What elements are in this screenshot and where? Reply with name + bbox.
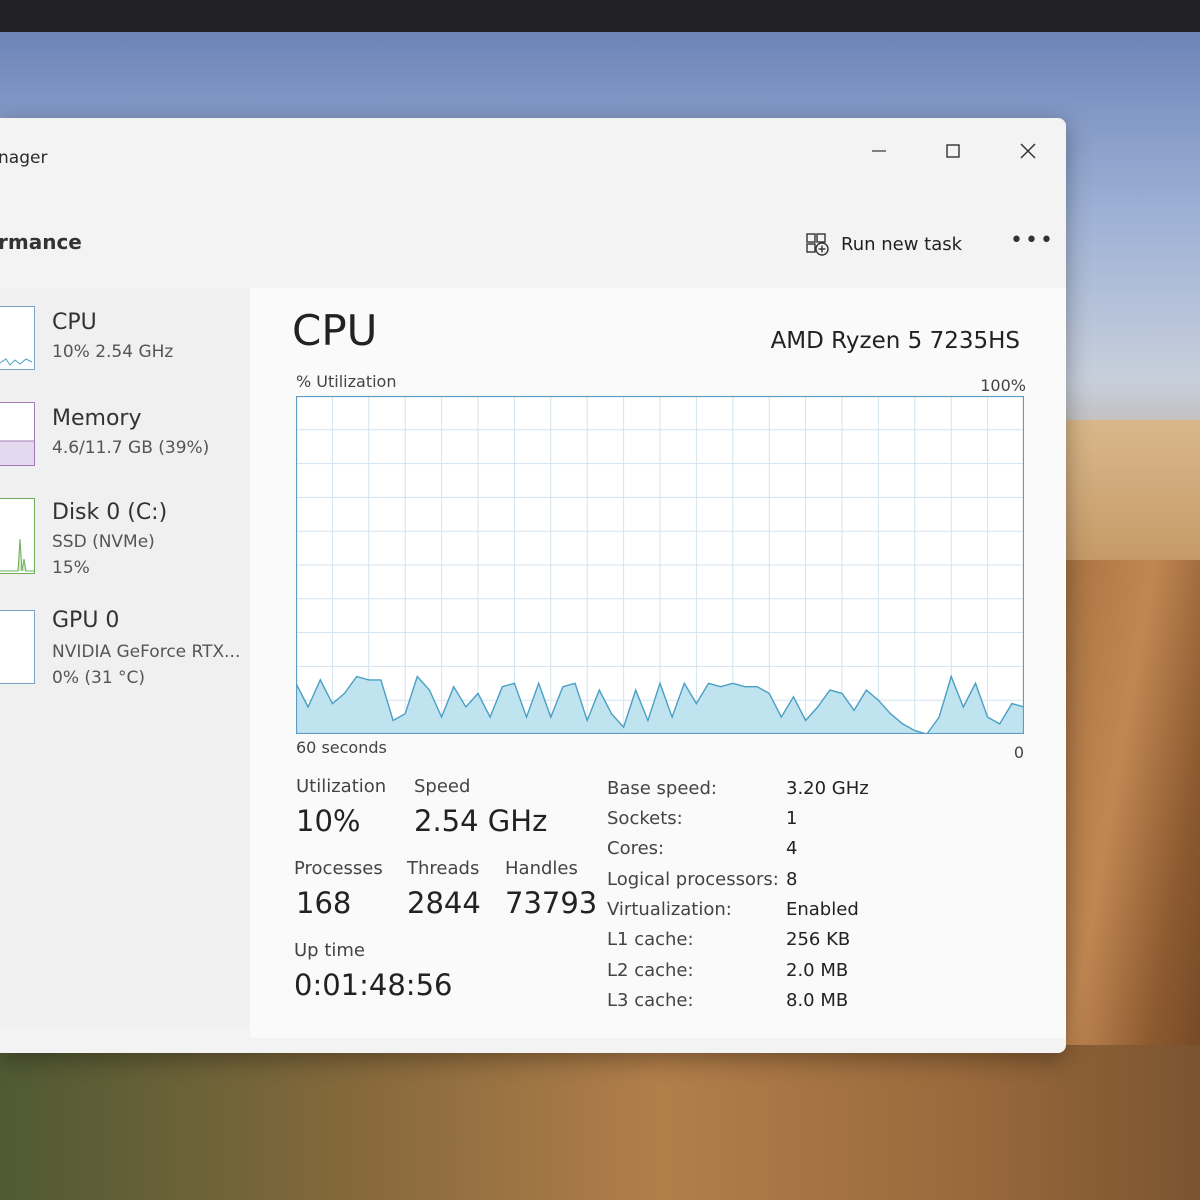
utilization-axis-label: % Utilization <box>296 372 397 391</box>
sidebar-item-usage: 15% <box>52 558 90 578</box>
page-title: rmance <box>0 230 82 254</box>
minimize-icon <box>872 150 886 152</box>
cpu-utilization-graph <box>296 396 1024 734</box>
more-options-icon: ••• <box>1010 228 1055 253</box>
spec-label: L1 cache: <box>607 929 694 950</box>
sidebar-item-gpu[interactable]: GPU 0 NVIDIA GeForce RTX... 0% (31 °C) <box>0 604 250 694</box>
speed-label: Speed <box>414 776 471 797</box>
sidebar-item-title: Memory <box>52 406 142 431</box>
spec-label: Cores: <box>607 838 665 859</box>
sidebar-item-title: CPU <box>52 310 97 335</box>
minimize-button[interactable] <box>864 136 894 166</box>
sidebar-item-subtitle: 4.6/11.7 GB (39%) <box>52 438 210 458</box>
spec-label: Sockets: <box>607 808 683 829</box>
spec-value: Enabled <box>786 899 859 920</box>
maximize-button[interactable] <box>938 136 968 166</box>
close-button[interactable] <box>1013 136 1043 166</box>
handles-label: Handles <box>505 858 578 879</box>
spec-label: Logical processors: <box>607 869 779 890</box>
spec-value: 3.20 GHz <box>786 778 869 799</box>
uptime-value: 0:01:48:56 <box>294 968 453 1002</box>
spec-value: 2.0 MB <box>786 960 849 981</box>
threads-label: Threads <box>407 858 480 879</box>
run-new-task-label: Run new task <box>841 233 963 255</box>
sidebar-item-subtitle: SSD (NVMe) <box>52 532 155 552</box>
sidebar-item-subtitle: 10% 2.54 GHz <box>52 342 174 362</box>
spec-value: 1 <box>786 808 798 829</box>
sidebar-item-usage: 0% (31 °C) <box>52 668 146 688</box>
sidebar-item-subtitle: NVIDIA GeForce RTX... <box>52 642 241 662</box>
spec-label: L2 cache: <box>607 960 694 981</box>
handles-value: 73793 <box>505 886 598 920</box>
task-manager-window: nager rmance Run new task ••• CPU 10% 2.… <box>0 118 1066 1053</box>
zero-axis-label: 0 <box>1013 743 1024 762</box>
cpu-thumbnail-graph <box>0 306 35 370</box>
spec-label: Base speed: <box>607 778 717 799</box>
utilization-value: 10% <box>296 804 361 838</box>
time-axis-label: 60 seconds <box>296 738 387 757</box>
close-icon <box>1020 143 1036 159</box>
wallpaper-ground <box>0 1045 1200 1200</box>
spec-value: 8.0 MB <box>786 990 849 1011</box>
threads-value: 2844 <box>407 886 481 920</box>
title-bar[interactable]: nager <box>0 118 1066 198</box>
spec-value: 4 <box>786 838 798 859</box>
utilization-label: Utilization <box>296 776 387 797</box>
max-percent-label: 100% <box>980 376 1026 395</box>
sidebar-item-title: GPU 0 <box>52 608 120 633</box>
cpu-detail-panel: CPU AMD Ryzen 5 7235HS % Utilization 100… <box>250 288 1066 1038</box>
sidebar-item-memory[interactable]: Memory 4.6/11.7 GB (39%) <box>0 396 250 486</box>
speed-value: 2.54 GHz <box>414 804 548 838</box>
page-header: rmance Run new task ••• <box>0 218 1066 273</box>
gpu-thumbnail-graph <box>0 610 35 684</box>
sidebar-item-cpu[interactable]: CPU 10% 2.54 GHz <box>0 298 250 388</box>
uptime-label: Up time <box>294 940 365 961</box>
run-task-icon <box>806 233 829 256</box>
sidebar-item-title: Disk 0 (C:) <box>52 500 168 525</box>
processes-value: 168 <box>296 886 352 920</box>
spec-label: L3 cache: <box>607 990 694 1011</box>
spec-label: Virtualization: <box>607 899 732 920</box>
more-options-button[interactable]: ••• <box>1010 228 1055 253</box>
spec-value: 256 KB <box>786 929 851 950</box>
performance-sidebar: CPU 10% 2.54 GHz Memory 4.6/11.7 GB (39%… <box>0 288 250 1028</box>
processes-label: Processes <box>294 858 383 879</box>
screen-bezel <box>0 0 1200 32</box>
cpu-model-name: AMD Ryzen 5 7235HS <box>770 328 1020 354</box>
cpu-heading: CPU <box>292 306 378 355</box>
disk-thumbnail-graph <box>0 498 35 574</box>
wallpaper-building <box>1060 420 1200 560</box>
maximize-icon <box>946 144 960 158</box>
window-title: nager <box>0 148 48 168</box>
sidebar-item-disk[interactable]: Disk 0 (C:) SSD (NVMe) 15% <box>0 492 250 582</box>
spec-value: 8 <box>786 869 798 890</box>
memory-thumbnail-graph <box>0 402 35 466</box>
run-new-task-button[interactable]: Run new task <box>805 226 962 262</box>
